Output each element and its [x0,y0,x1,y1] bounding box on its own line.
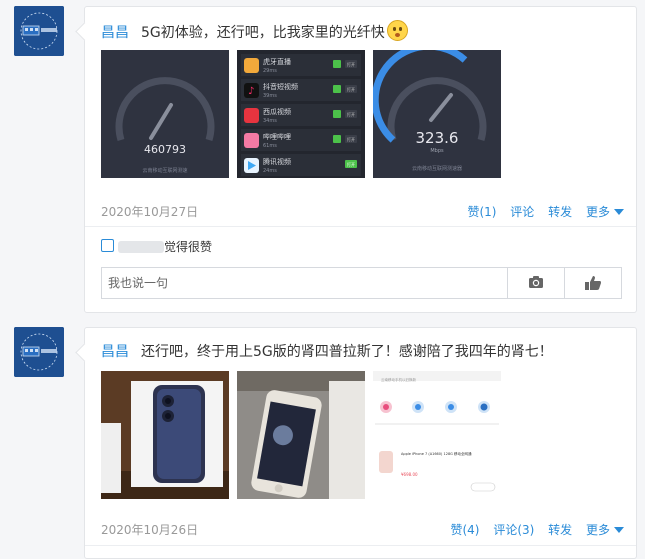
author-link[interactable]: 昌昌 [101,25,129,41]
post-image[interactable]: 虎牙直播 29ms 打开 ♪ 抖音短视频 39ms 打开 西瓜视频 34ms 打… [237,50,365,178]
svg-text:¥698.00: ¥698.00 [401,472,418,477]
comment-button[interactable]: 评论 [510,205,534,219]
speed-value: 323.6 [416,129,459,147]
avatar[interactable] [14,327,64,377]
post-actions: 赞(1) 评论 转发 更多 [457,203,624,220]
liker-name-redacted [118,241,164,253]
svg-text:虎牙直播: 虎牙直播 [263,57,291,66]
post-date: 2020年10月27日 [101,205,199,219]
svg-text:39ms: 39ms [263,93,277,99]
post-image[interactable] [237,371,365,499]
like-button[interactable]: 赞(4) [450,523,479,537]
svg-text:♪: ♪ [248,86,254,97]
speed-value: 460793 [144,143,186,156]
post-content: 5G初体验，还行吧，比我家里的光纤快 [141,25,385,41]
thumbs-up-icon [101,239,114,252]
svg-text:打开: 打开 [347,61,355,67]
svg-text:抖音短视频: 抖音短视频 [263,82,298,91]
post-card: 昌昌 还行吧，终于用上5G版的肾四普拉斯了！感谢陪了我四年的肾七！ 云南移动手机… [84,327,637,559]
post-header: 昌昌 还行吧，终于用上5G版的肾四普拉斯了！感谢陪了我四年的肾七！ [101,341,553,361]
svg-text:29ms: 29ms [263,68,277,74]
pleading-face-emoji-icon [386,20,408,41]
camera-icon [529,276,543,288]
divider [85,545,636,546]
svg-text:打开: 打开 [347,161,355,167]
likes-text: 觉得很赞 [164,240,213,254]
author-link[interactable]: 昌昌 [101,344,129,360]
post-image[interactable]: 323.6 Mbps 云南移动互联网测速器 [373,50,501,178]
svg-text:打开: 打开 [347,86,355,92]
post-meta: 2020年10月26日 赞(4) 评论(3) 转发 更多 [101,521,624,538]
post-image[interactable]: 460793 云南移动互联网测速 [101,50,229,178]
svg-text:34ms: 34ms [263,118,277,124]
svg-text:Mbps: Mbps [430,148,444,154]
svg-text:云南移动手机以旧换新: 云南移动手机以旧换新 [381,377,416,382]
svg-text:西瓜视频: 西瓜视频 [263,107,291,116]
thumbs-up-icon [585,276,601,290]
forward-button[interactable]: 转发 [548,205,572,219]
emoji-like-button[interactable] [564,268,621,298]
post-image[interactable]: 云南移动手机以旧换新 Apple iPhone 7 (A1660) 128G 移… [373,371,501,499]
svg-text:腾讯视频: 腾讯视频 [263,157,291,166]
camera-button[interactable] [507,268,564,298]
like-button[interactable]: 赞(1) [467,205,496,219]
comment-input[interactable] [102,268,512,298]
svg-text:24ms: 24ms [263,168,277,174]
post-content: 还行吧，终于用上5G版的肾四普拉斯了！感谢陪了我四年的肾七！ [141,344,553,360]
likes-row: 觉得很赞 [101,238,212,255]
post-meta: 2020年10月27日 赞(1) 评论 转发 更多 [101,203,624,220]
post-image[interactable] [101,371,229,499]
avatar[interactable] [14,6,64,56]
svg-text:61ms: 61ms [263,143,277,149]
svg-text:云南移动互联网测速器: 云南移动互联网测速器 [412,165,462,172]
svg-text:打开: 打开 [347,136,355,142]
post-header: 昌昌 5G初体验，还行吧，比我家里的光纤快 [101,20,408,42]
forward-button[interactable]: 转发 [548,523,572,537]
post-actions: 赞(4) 评论(3) 转发 更多 [440,521,624,538]
divider [85,226,636,227]
post-card: 昌昌 5G初体验，还行吧，比我家里的光纤快 460793 云南移动互联网测速 虎牙… [84,6,637,313]
more-button[interactable]: 更多 [586,523,624,537]
comment-box [101,267,622,299]
svg-text:打开: 打开 [347,111,355,117]
more-button[interactable]: 更多 [586,205,624,219]
post-date: 2020年10月26日 [101,523,199,537]
comment-button[interactable]: 评论(3) [493,523,534,537]
svg-text:哔哩哔哩: 哔哩哔哩 [263,132,291,141]
speed-caption: 云南移动互联网测速 [142,167,187,174]
svg-text:Apple iPhone 7 (A1660) 128G 移动: Apple iPhone 7 (A1660) 128G 移动全网通 [401,451,472,456]
